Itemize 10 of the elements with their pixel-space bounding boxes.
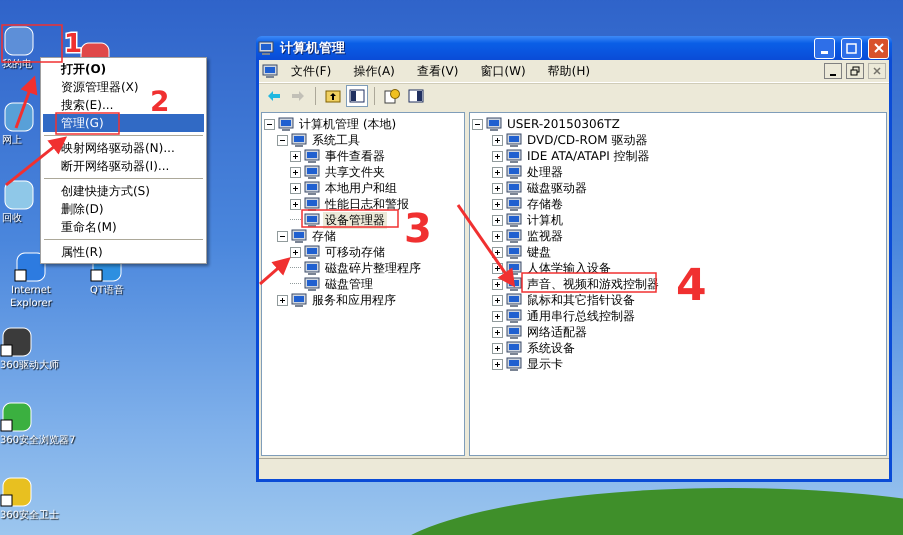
desktop-icon-label: QT语音 <box>90 284 124 297</box>
step-number: 4 <box>676 260 707 311</box>
step-number: 1 <box>64 29 82 59</box>
desktop-icon-label: Internet Explorer <box>9 284 53 310</box>
desktop-icon-label: 360安全卫士 <box>0 509 60 522</box>
window-title: 计算机管理 <box>280 40 346 57</box>
desktop-icon-label: 网上 <box>2 134 22 147</box>
desktop-icon-label: 360驱动大师 <box>0 359 60 372</box>
desktop-icon-label: 360安全浏览器7 <box>0 434 76 447</box>
desktop-icon-label: 回收 <box>2 212 22 225</box>
